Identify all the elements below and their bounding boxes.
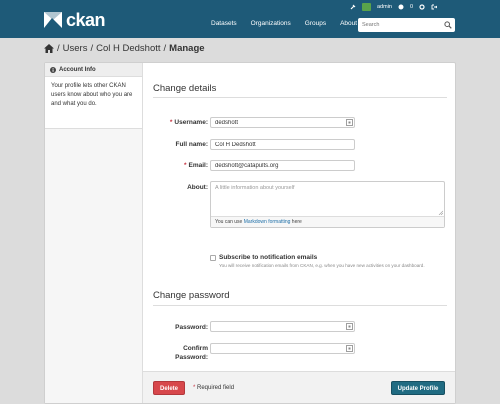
subscribe-label[interactable]: Subscribe to notification emails: [219, 254, 317, 261]
ckan-logo[interactable]: ckan: [44, 10, 106, 30]
main-wrapper: Account Info Your profile lets other CKA…: [44, 62, 456, 404]
home-icon[interactable]: [44, 44, 54, 53]
edit-user-form: Change details *Username: Full name: *Em…: [153, 63, 449, 403]
field-lock-icon: [346, 323, 353, 330]
breadcrumb-users[interactable]: Users: [63, 43, 88, 54]
fullname-label: Full name:: [175, 141, 208, 148]
account-info-text: Your profile lets other CKAN users know …: [45, 77, 142, 129]
breadcrumb-manage[interactable]: Manage: [169, 43, 204, 54]
subscribe-checkbox[interactable]: [210, 255, 216, 261]
sign-out-icon[interactable]: [431, 4, 438, 10]
subscribe-help: You will receive notification emails fro…: [219, 263, 425, 268]
form-actions: Delete * Required field Update Profile: [143, 371, 455, 403]
username-label: * Username:: [169, 119, 208, 126]
brand-name: ckan: [66, 10, 106, 30]
breadcrumb: / Users / Col H Dedshott / Manage: [44, 43, 205, 54]
divider: [153, 305, 447, 306]
nav-organizations[interactable]: Organizations: [251, 20, 291, 27]
markdown-link[interactable]: Markdown formatting: [244, 219, 291, 225]
about-placeholder: A little information about yourself: [215, 185, 295, 191]
username-link[interactable]: admin: [377, 4, 392, 10]
nav-datasets[interactable]: Datasets: [211, 20, 237, 27]
change-details-heading: Change details: [153, 83, 217, 94]
field-lock-icon: [346, 345, 353, 352]
delete-button[interactable]: Delete: [153, 381, 185, 395]
password-label: Password:: [175, 324, 208, 331]
about-label: About:: [187, 184, 208, 191]
nav-groups[interactable]: Groups: [305, 20, 326, 27]
markdown-hint: You can use Markdown formatting here: [211, 216, 444, 227]
search-input[interactable]: [358, 18, 442, 32]
email-label: * Email:: [183, 162, 208, 169]
site-search: [358, 18, 455, 32]
notification-count[interactable]: 0: [410, 4, 413, 10]
account-info-heading: Account Info: [45, 63, 142, 77]
change-password-heading: Change password: [153, 290, 230, 301]
required-field-note: * Required field: [193, 385, 235, 391]
email-field[interactable]: [210, 160, 355, 171]
masthead: ckan admin 0 Datasets Organizations Grou…: [0, 0, 500, 38]
sidebar: Account Info Your profile lets other CKA…: [45, 63, 143, 403]
field-lock-icon: [346, 119, 353, 126]
search-icon[interactable]: [444, 21, 452, 29]
nav-about[interactable]: About: [340, 20, 357, 27]
update-profile-button[interactable]: Update Profile: [391, 381, 445, 395]
breadcrumb-user[interactable]: Col H Dedshott: [96, 43, 160, 54]
confirm-password-field[interactable]: [210, 343, 355, 354]
username-field[interactable]: [210, 117, 355, 128]
fullname-field[interactable]: [210, 139, 355, 150]
ckan-logo-icon: [44, 12, 62, 28]
about-textarea[interactable]: A little information about yourself You …: [210, 181, 445, 228]
confirm-password-label: Confirm Password:: [175, 345, 208, 361]
gear-icon[interactable]: [419, 4, 425, 10]
resize-grip-icon[interactable]: [438, 210, 443, 215]
dashboard-icon[interactable]: [398, 4, 404, 10]
main-nav: Datasets Organizations Groups About: [211, 20, 357, 27]
account-bar: admin 0: [350, 3, 438, 11]
divider: [153, 97, 447, 98]
account-info-title: Account Info: [59, 66, 96, 73]
sysadmin-icon[interactable]: [350, 4, 356, 10]
info-icon: [50, 66, 56, 73]
avatar[interactable]: [362, 3, 371, 11]
password-field[interactable]: [210, 321, 355, 332]
